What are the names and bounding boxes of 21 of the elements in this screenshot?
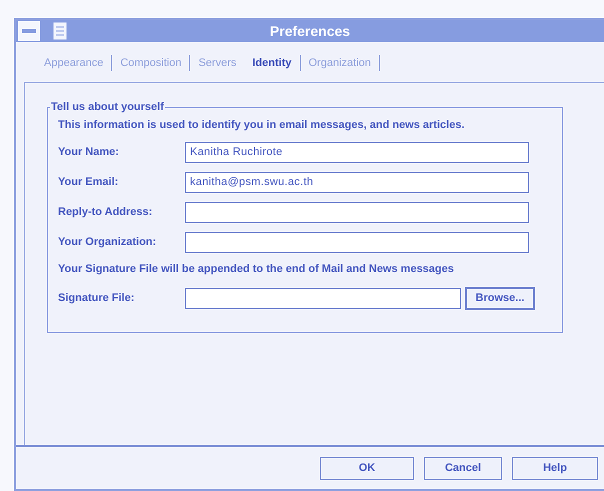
dialog-button[interactable]: Help (512, 456, 598, 480)
tab[interactable]: Identity (244, 57, 300, 69)
dialog-button[interactable]: Cancel (424, 456, 502, 480)
window-title: Preferences (268, 23, 352, 39)
dialog-button[interactable]: OK (320, 456, 414, 480)
input-field[interactable]: Kanitha Ruchirote (185, 142, 529, 162)
field-label: Your Email: (58, 176, 120, 188)
group-title: Tell us about yourself (50, 101, 165, 113)
input-field[interactable] (185, 288, 461, 308)
input-field[interactable]: kanitha@psm.swu.ac.th (185, 172, 529, 192)
info-text: This information is used to identify you in email messages, and news articles. (58, 119, 466, 131)
input-field[interactable] (185, 202, 529, 222)
field-label: Your Name: (58, 146, 120, 158)
input-field[interactable] (185, 232, 529, 252)
field-label: Your Organization: (58, 236, 158, 248)
minus-icon (22, 29, 36, 33)
field-label: Signature File: (58, 292, 136, 304)
browse-button[interactable]: Browse... (465, 286, 535, 310)
signature-note: Your Signature File will be appended to the end of Mail and News messages (58, 263, 455, 275)
system-menu-button[interactable] (18, 21, 40, 41)
field-label: Reply-to Address: (58, 206, 154, 218)
